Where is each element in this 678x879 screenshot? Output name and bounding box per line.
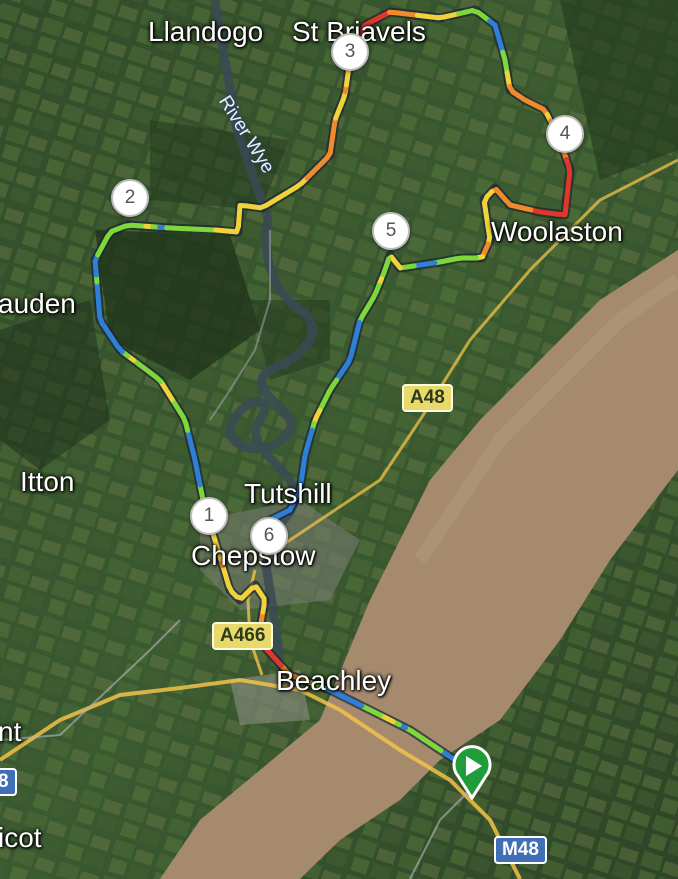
waypoint-marker-4[interactable]: 4 bbox=[546, 115, 584, 153]
waypoint-marker-3[interactable]: 3 bbox=[331, 33, 369, 71]
road-shield-partial: 8 bbox=[0, 768, 17, 796]
place-label-woolaston: Woolaston bbox=[491, 216, 623, 247]
place-label-auden: auden bbox=[0, 288, 76, 319]
waypoint-marker-2[interactable]: 2 bbox=[111, 179, 149, 217]
place-label-icot: icot bbox=[0, 822, 42, 853]
place-label-beachley: Beachley bbox=[276, 665, 392, 696]
road-shield-m48: M48 bbox=[494, 836, 547, 864]
road-shield-a466: A466 bbox=[212, 622, 274, 650]
place-label-nt: nt bbox=[0, 716, 22, 747]
map-view[interactable]: Llandogo St Briavels Woolaston auden Itt… bbox=[0, 0, 678, 879]
waypoint-marker-1[interactable]: 1 bbox=[190, 497, 228, 535]
waypoint-marker-6[interactable]: 6 bbox=[250, 517, 288, 555]
waypoint-marker-5[interactable]: 5 bbox=[372, 212, 410, 250]
place-label-itton: Itton bbox=[20, 466, 75, 497]
place-label-tutshill: Tutshill bbox=[244, 478, 332, 509]
place-label-llandogo: Llandogo bbox=[148, 16, 264, 47]
start-play-icon[interactable] bbox=[450, 740, 494, 800]
road-shield-a48: A48 bbox=[402, 384, 453, 412]
